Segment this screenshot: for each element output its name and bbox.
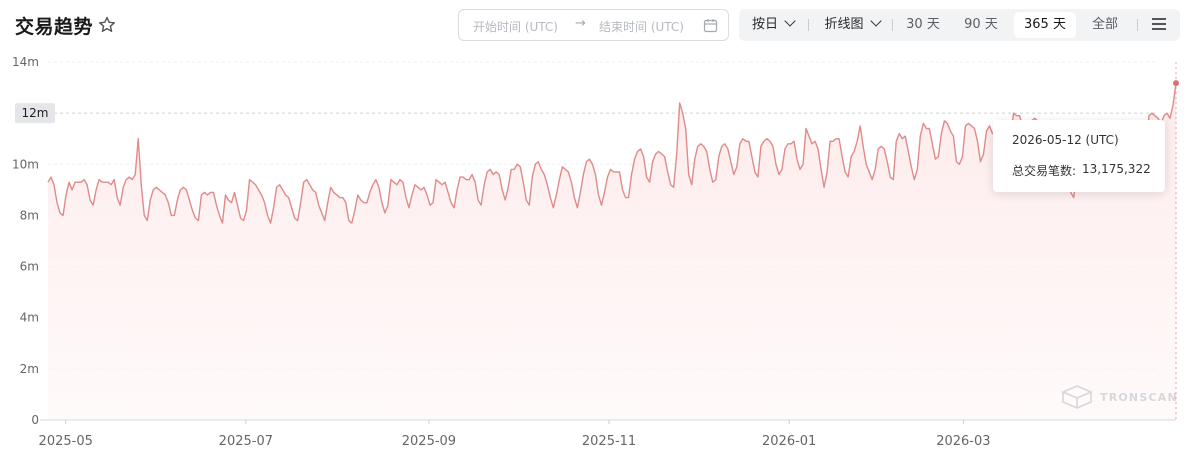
chart-type-label: 折线图: [824, 17, 864, 32]
chart-tooltip: 2026-05-12 (UTC) 总交易笔数: 13,175,322: [993, 120, 1165, 192]
x-tick-label: 2026-03: [936, 434, 990, 449]
date-range-picker[interactable]: 开始时间 (UTC) → 结束时间 (UTC): [458, 9, 729, 41]
watermark-text: TRONSCAN: [1100, 391, 1178, 404]
y-tick-label: 4m: [20, 311, 39, 325]
transaction-trend-chart[interactable]: 0 2m 4m 6m 8m 10m 12m 14m 2025-05 2025-07 2025-09 2…: [0, 48, 1200, 459]
toolbar-divider: [892, 19, 893, 31]
calendar-icon[interactable]: [703, 18, 718, 33]
chart-canvas[interactable]: 0 2m 4m 6m 8m 10m 12m 14m 2025-05 2025-07 2025-09 2…: [0, 48, 1200, 459]
chart-toolbar: 按日 折线图 30 天 90 天 365 天 全部: [739, 9, 1180, 41]
y-tick-label: 8m: [20, 208, 39, 222]
tronscan-logo-icon: [1060, 385, 1094, 409]
y-tick-label: 6m: [20, 260, 39, 274]
range-all-button[interactable]: 全部: [1080, 9, 1130, 41]
start-date-input[interactable]: 开始时间 (UTC): [473, 18, 558, 35]
tooltip-value: 13,175,322: [1082, 162, 1151, 176]
y-tick-label: 12m: [22, 106, 49, 120]
header: 交易趋势 开始时间 (UTC) → 结束时间 (UTC) 按日 折线图 30 天…: [0, 0, 1200, 52]
x-tick-label: 2025-07: [219, 434, 273, 449]
toolbar-divider: [1137, 19, 1138, 31]
y-tick-label: 14m: [12, 55, 39, 69]
star-icon[interactable]: [97, 15, 117, 35]
y-tick-label: 10m: [12, 157, 39, 171]
range-90d-button[interactable]: 90 天: [954, 9, 1008, 41]
tooltip-date: 2026-05-12 (UTC): [1012, 133, 1119, 147]
range-365d-button[interactable]: 365 天: [1014, 12, 1076, 38]
granularity-dropdown[interactable]: 按日: [741, 9, 805, 41]
chevron-down-icon: [869, 15, 882, 27]
x-tick-label: 2026-01: [762, 434, 816, 449]
chart-type-dropdown[interactable]: 折线图: [814, 9, 890, 41]
highlighted-point[interactable]: [1173, 80, 1179, 87]
range-30d-button[interactable]: 30 天: [896, 9, 950, 41]
x-tick-label: 2025-09: [402, 434, 456, 449]
x-tick-label: 2025-11: [582, 434, 636, 449]
end-date-input[interactable]: 结束时间 (UTC): [599, 18, 684, 35]
page-title: 交易趋势: [15, 16, 94, 38]
tooltip-label: 总交易笔数:: [1012, 164, 1077, 178]
x-tick-label: 2025-05: [39, 434, 93, 449]
chevron-down-icon: [784, 15, 796, 27]
range-arrow-icon: →: [575, 16, 586, 31]
granularity-label: 按日: [751, 17, 778, 32]
menu-icon[interactable]: [1152, 18, 1166, 30]
y-tick-label: 0: [31, 413, 39, 427]
tronscan-watermark: TRONSCAN: [1060, 384, 1190, 412]
y-tick-label: 2m: [20, 362, 39, 376]
toolbar-divider: [808, 19, 809, 31]
